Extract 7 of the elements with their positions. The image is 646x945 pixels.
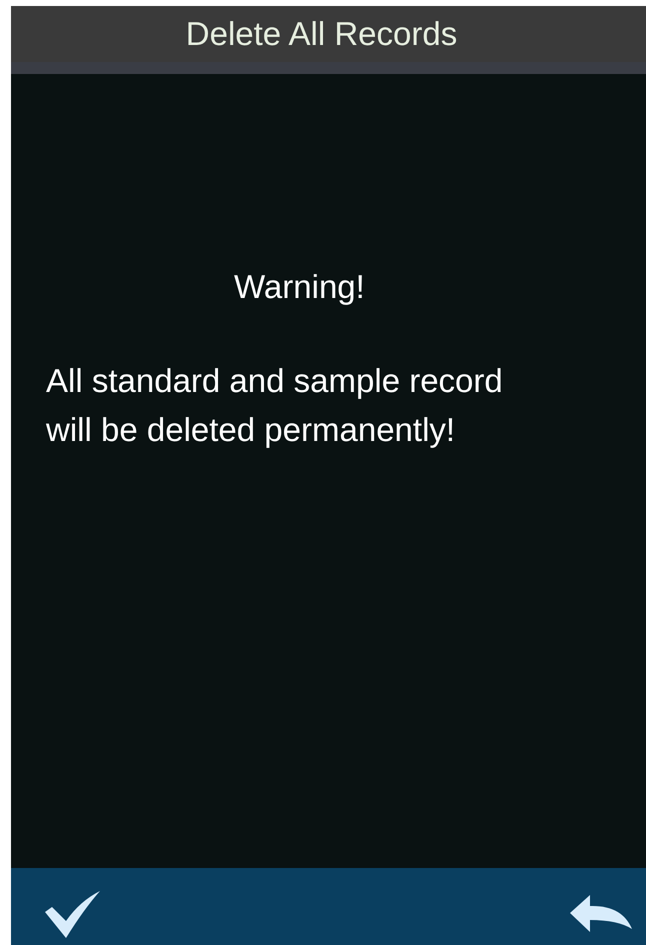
screen-title: Delete All Records bbox=[186, 15, 458, 53]
undo-arrow-icon bbox=[570, 894, 632, 932]
confirm-button[interactable] bbox=[43, 888, 101, 938]
warning-message: All standard and sample record will be deleted permanently! bbox=[46, 361, 504, 450]
checkmark-icon bbox=[43, 888, 101, 938]
back-button[interactable] bbox=[570, 894, 632, 932]
warning-heading: Warning! bbox=[234, 268, 365, 306]
